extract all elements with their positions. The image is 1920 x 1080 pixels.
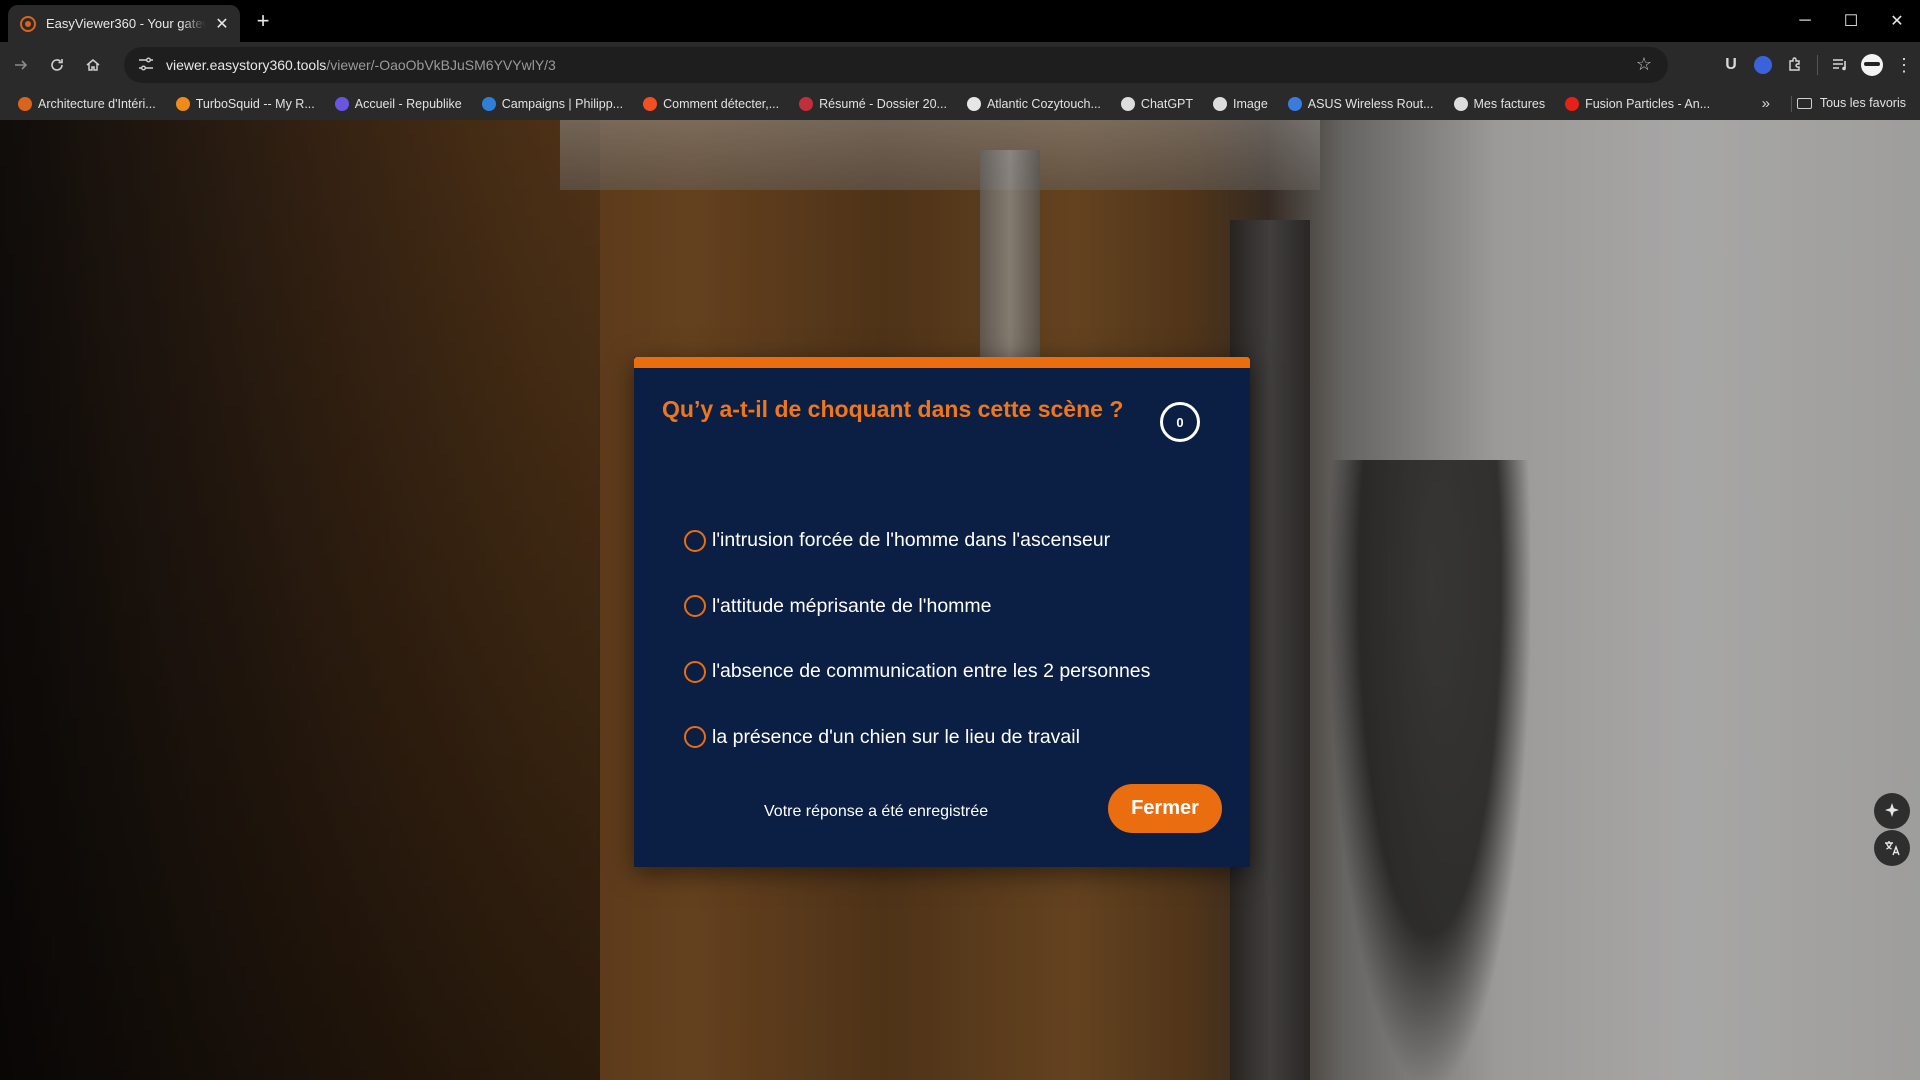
profile-avatar[interactable]: [1856, 50, 1888, 80]
bookmarks-overflow-icon[interactable]: »: [1762, 95, 1770, 112]
bookmark-item[interactable]: Accueil - Republike: [334, 97, 462, 111]
radio-circle-icon[interactable]: [684, 595, 706, 618]
window-controls: ─ ☐ ✕: [1782, 0, 1920, 42]
browser-toolbar: viewer.easystory360.tools/viewer/-OaoObV…: [0, 42, 1920, 88]
folder-icon: [1796, 97, 1812, 109]
blue-extension-icon[interactable]: [1747, 50, 1779, 80]
radio-circle-icon[interactable]: [684, 660, 706, 683]
answer-option[interactable]: l'intrusion forcée de l'homme dans l'asc…: [684, 508, 1224, 574]
quiz-question: Qu’y a-t-il de choquant dans cette scène…: [662, 396, 1124, 422]
bookmark-label: Comment détecter,...: [663, 97, 780, 111]
bookmark-favicon-icon: [1453, 97, 1468, 111]
bookmark-favicon-icon: [966, 97, 981, 111]
bookmark-favicon-icon: [1213, 97, 1228, 111]
radio-circle-icon[interactable]: [684, 726, 706, 749]
menu-kebab-icon[interactable]: ⋮: [1888, 50, 1920, 80]
bookmarks-divider: [1791, 96, 1792, 112]
bookmark-item[interactable]: ChatGPT: [1120, 97, 1194, 111]
ublock-extension-icon[interactable]: U: [1715, 50, 1747, 80]
answer-option[interactable]: l'absence de communication entre les 2 p…: [684, 639, 1224, 705]
url-text: viewer.easystory360.tools/viewer/-OaoObV…: [166, 57, 556, 73]
close-window-button[interactable]: ✕: [1874, 0, 1920, 42]
bookmark-favicon-icon: [481, 97, 496, 111]
tab-title: EasyViewer360 - Your gateway t: [46, 16, 206, 31]
close-quiz-button[interactable]: Fermer: [1108, 784, 1222, 833]
url-host: viewer.easystory360.tools: [166, 57, 327, 73]
bookmarks-bar: Architecture d'Intéri... TurboSquid -- My…: [0, 88, 1920, 120]
bookmark-item[interactable]: Mes factures: [1453, 97, 1546, 111]
sparkle-ai-icon[interactable]: [1874, 793, 1910, 829]
maximize-button[interactable]: ☐: [1828, 0, 1874, 42]
bookmark-item[interactable]: Atlantic Cozytouch...: [966, 97, 1101, 111]
answer-counter-badge: 0: [1160, 402, 1200, 442]
answer-option-label: l'attitude méprisante de l'homme: [712, 594, 992, 617]
bookmark-label: Atlantic Cozytouch...: [986, 97, 1101, 111]
translate-icon[interactable]: [1874, 830, 1910, 866]
bookmark-item[interactable]: ASUS Wireless Rout...: [1287, 97, 1434, 111]
bookmark-favicon-icon: [1287, 97, 1302, 111]
bookmark-label: Campaigns | Philipp...: [501, 97, 624, 111]
bookmark-label: Architecture d'Intéri...: [38, 97, 156, 111]
easyviewer-favicon-icon: [20, 15, 36, 32]
answer-option-label: l'intrusion forcée de l'homme dans l'asc…: [712, 529, 1111, 552]
address-bar[interactable]: viewer.easystory360.tools/viewer/-OaoObV…: [124, 47, 1668, 83]
response-status-text: Votre réponse a été enregistrée: [764, 803, 989, 820]
bookmark-item[interactable]: Fusion Particles - An...: [1565, 97, 1710, 111]
bookmark-favicon-icon: [799, 97, 814, 111]
bookmark-label: TurboSquid -- My R...: [195, 97, 315, 111]
bookmark-label: ASUS Wireless Rout...: [1307, 97, 1434, 111]
all-bookmarks-folder[interactable]: Tous les favoris: [1796, 96, 1906, 110]
forward-arrow-icon[interactable]: [6, 50, 36, 80]
minimize-button[interactable]: ─: [1782, 0, 1828, 42]
reload-icon[interactable]: [42, 50, 72, 80]
bookmark-favicon-icon: [18, 97, 32, 111]
bookmark-star-icon[interactable]: ☆: [1636, 54, 1652, 75]
bookmark-label: Mes factures: [1473, 97, 1546, 111]
answer-option[interactable]: la présence d'un chien sur le lieu de tr…: [684, 705, 1224, 771]
radio-circle-icon[interactable]: [684, 529, 706, 552]
home-icon[interactable]: [78, 50, 108, 80]
bookmark-item[interactable]: Campaigns | Philipp...: [481, 97, 624, 111]
bookmark-label: Image: [1233, 97, 1268, 111]
quiz-modal: Qu’y a-t-il de choquant dans cette scène…: [634, 357, 1250, 867]
media-control-icon[interactable]: [1824, 50, 1856, 80]
bookmark-favicon-icon: [643, 97, 658, 111]
bookmark-favicon-icon: [334, 97, 349, 111]
new-tab-button[interactable]: +: [250, 8, 276, 34]
answer-option[interactable]: l'attitude méprisante de l'homme: [684, 574, 1224, 640]
url-path: /viewer/-OaoObVkBJuSM6YVYwlY/3: [326, 57, 556, 73]
bookmark-favicon-icon: [1565, 97, 1580, 111]
bookmark-item[interactable]: Image: [1213, 97, 1268, 111]
bookmark-item[interactable]: Architecture d'Intéri...: [18, 97, 156, 111]
modal-accent-bar: [634, 357, 1250, 368]
panorama-viewer[interactable]: Qu’y a-t-il de choquant dans cette scène…: [0, 120, 1920, 1080]
site-info-icon[interactable]: [134, 57, 158, 74]
tab-close-icon[interactable]: ✕: [212, 14, 232, 34]
extensions-puzzle-icon[interactable]: [1779, 50, 1811, 80]
bookmark-favicon-icon: [175, 97, 190, 111]
bookmark-item[interactable]: Résumé - Dossier 20...: [799, 97, 947, 111]
bookmark-label: Accueil - Republike: [354, 97, 462, 111]
bookmark-label: ChatGPT: [1140, 97, 1194, 111]
bookmark-label: Fusion Particles - An...: [1585, 97, 1711, 111]
tab-bar: EasyViewer360 - Your gateway t ✕ + ─ ☐ ✕: [0, 0, 1920, 42]
bookmark-label: Résumé - Dossier 20...: [819, 97, 947, 111]
extensions-area: U ⋮: [1715, 50, 1920, 80]
bookmark-item[interactable]: TurboSquid -- My R...: [175, 97, 315, 111]
bookmark-favicon-icon: [1120, 97, 1135, 111]
browser-tab-active[interactable]: EasyViewer360 - Your gateway t ✕: [8, 5, 240, 42]
all-bookmarks-label: Tous les favoris: [1819, 96, 1906, 110]
answer-option-label: l'absence de communication entre les 2 p…: [712, 660, 1151, 683]
bookmark-item[interactable]: Comment détecter,...: [643, 97, 779, 111]
answer-option-label: la présence d'un chien sur le lieu de tr…: [712, 725, 1080, 748]
answer-options: l'intrusion forcée de l'homme dans l'asc…: [684, 508, 1224, 770]
